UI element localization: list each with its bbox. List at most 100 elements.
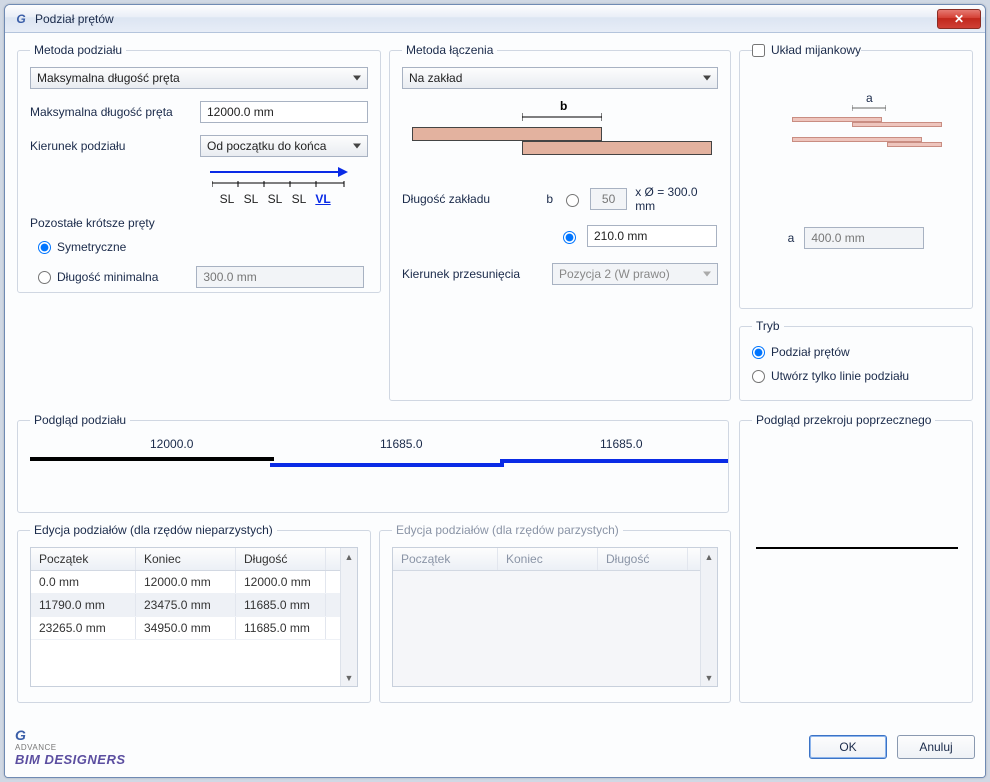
- input-mult: 50: [590, 188, 627, 210]
- preview-seg1-label: 12000.0: [150, 437, 193, 451]
- select-direction-value: Od początku do końca: [207, 139, 326, 153]
- group-edit-even: Edycja podziałów (dla rzędów parzystych)…: [379, 523, 731, 703]
- radio-symmetric[interactable]: [38, 241, 51, 254]
- col-end[interactable]: Koniec: [136, 548, 236, 570]
- legend-edit-odd: Edycja podziałów (dla rzędów nieparzysty…: [30, 523, 277, 537]
- group-cross-preview: Podgląd przekroju poprzecznego: [739, 413, 973, 703]
- col-start: Początek: [393, 548, 498, 570]
- scroll-down-icon: ▼: [701, 669, 717, 686]
- arrow-icon: [210, 165, 350, 179]
- dialog-footer: G ADVANCE BIM DESIGNERS OK Anuluj: [15, 727, 975, 767]
- select-direction[interactable]: Od początku do końca: [200, 135, 368, 157]
- input-lap-fixed[interactable]: 210.0 mm: [587, 225, 717, 247]
- scroll-down-icon[interactable]: ▼: [341, 669, 357, 686]
- legend-metoda-podzialu: Metoda podziału: [30, 43, 126, 57]
- label-direction: Kierunek podziału: [30, 139, 190, 153]
- radio-min-length[interactable]: [38, 271, 51, 284]
- table-row[interactable]: 11790.0 mm 23475.0 mm 11685.0 mm: [31, 594, 357, 617]
- legend-edit-even: Edycja podziałów (dla rzędów parzystych): [392, 523, 623, 537]
- col-len: Długość: [598, 548, 688, 570]
- logo-main: BIM DESIGNERS: [15, 752, 126, 767]
- check-mijankowy-label: Układ mijankowy: [771, 43, 861, 57]
- col-end: Koniec: [498, 548, 598, 570]
- dialog-body: Metoda podziału Maksymalna długość pręta…: [5, 33, 985, 777]
- input-min-length-value: 300.0 mm: [203, 270, 256, 284]
- table-row[interactable]: 23265.0 mm 34950.0 mm 11685.0 mm: [31, 617, 357, 640]
- legend-metoda-laczenia: Metoda łączenia: [402, 43, 497, 57]
- dim-label-b: b: [560, 99, 567, 113]
- bim-logo: G ADVANCE BIM DESIGNERS: [15, 727, 126, 767]
- chevron-down-icon: [703, 272, 711, 277]
- legend-tryb: Tryb: [752, 319, 784, 333]
- table-row[interactable]: 0.0 mm 12000.0 mm 12000.0 mm: [31, 571, 357, 594]
- select-metoda-laczenia[interactable]: Na zakład: [402, 67, 718, 89]
- input-min-length: 300.0 mm: [196, 266, 364, 288]
- radio-tryb-lines[interactable]: [752, 370, 765, 383]
- radio-lap-b-fixed[interactable]: [563, 231, 576, 244]
- radio-lap-b-mult[interactable]: [566, 194, 579, 207]
- radio-tryb-split[interactable]: [752, 346, 765, 359]
- scroll-up-icon: ▲: [701, 548, 717, 565]
- scrollbar: ▲ ▼: [700, 548, 717, 686]
- direction-diagram: SL SL SL SL VL: [210, 165, 360, 206]
- label-offset-dir: Kierunek przesunięcia: [402, 267, 542, 281]
- group-edit-odd: Edycja podziałów (dla rzędów nieparzysty…: [17, 523, 371, 703]
- ok-button-label: OK: [839, 740, 856, 754]
- col-len[interactable]: Długość: [236, 548, 326, 570]
- input-max-length-value: 12000.0 mm: [207, 105, 274, 119]
- scroll-up-icon[interactable]: ▲: [341, 548, 357, 565]
- table-even: Początek Koniec Długość ▲ ▼: [392, 547, 718, 687]
- radio-tryb-lines-label: Utwórz tylko linie podziału: [771, 369, 909, 383]
- ok-button[interactable]: OK: [809, 735, 887, 759]
- group-preview: Podgląd podziału 12000.0 11685.0 11685.0: [17, 413, 729, 513]
- chevron-down-icon: [353, 144, 361, 149]
- preview-bars: 12000.0 11685.0 11685.0: [30, 437, 716, 497]
- stagger-diagram: a: [752, 97, 960, 187]
- group-mijankowy: Układ mijankowy a a 400.0 mm: [739, 43, 973, 309]
- close-button[interactable]: ✕: [937, 9, 981, 29]
- app-icon: G: [13, 11, 29, 27]
- splice-diagram: b: [402, 99, 718, 169]
- label-max-length: Maksymalna długość pręta: [30, 105, 190, 119]
- col-start[interactable]: Początek: [31, 548, 136, 570]
- legend-cross-preview: Podgląd przekroju poprzecznego: [752, 413, 935, 427]
- label-lap-length: Długość zakładu: [402, 192, 528, 206]
- preview-seg3-label: 11685.0: [600, 437, 643, 451]
- titlebar[interactable]: G Podział prętów ✕: [5, 5, 985, 33]
- window-title: Podział prętów: [35, 12, 937, 26]
- cross-preview-canvas: [752, 437, 960, 687]
- label-mult-suffix: x Ø = 300.0 mm: [635, 185, 718, 213]
- cancel-button[interactable]: Anuluj: [897, 735, 975, 759]
- dim-label-a: a: [866, 91, 873, 105]
- scrollbar[interactable]: ▲ ▼: [340, 548, 357, 686]
- logo-top: ADVANCE: [15, 743, 126, 752]
- input-mult-value: 50: [602, 192, 615, 206]
- preview-seg2-label: 11685.0: [380, 437, 423, 451]
- label-b: b: [536, 192, 553, 206]
- group-tryb: Tryb Podział prętów Utwórz tylko linie p…: [739, 319, 973, 401]
- select-metoda-laczenia-value: Na zakład: [409, 71, 462, 85]
- input-a-value: 400.0 mm: [811, 231, 864, 245]
- legend-preview: Podgląd podziału: [30, 413, 130, 427]
- chevron-down-icon: [353, 76, 361, 81]
- check-mijankowy[interactable]: [752, 44, 765, 57]
- table-odd[interactable]: Początek Koniec Długość 0.0 mm 12000.0 m…: [30, 547, 358, 687]
- label-a: a: [788, 231, 795, 245]
- group-metoda-podzialu: Metoda podziału Maksymalna długość pręta…: [17, 43, 381, 293]
- radio-symmetric-label: Symetryczne: [57, 240, 126, 254]
- chevron-down-icon: [703, 76, 711, 81]
- close-icon: ✕: [954, 12, 964, 26]
- dialog-window: G Podział prętów ✕ Metoda podziału Maksy…: [4, 4, 986, 778]
- label-remainder: Pozostałe krótsze pręty: [30, 216, 368, 230]
- select-metoda-podzialu-value: Maksymalna długość pręta: [37, 71, 180, 85]
- cancel-button-label: Anuluj: [919, 740, 952, 754]
- select-metoda-podzialu[interactable]: Maksymalna długość pręta: [30, 67, 368, 89]
- select-offset-dir-value: Pozycja 2 (W prawo): [559, 267, 670, 281]
- radio-min-length-label: Długość minimalna: [57, 270, 158, 284]
- radio-tryb-split-label: Podział prętów: [771, 345, 850, 359]
- input-max-length[interactable]: 12000.0 mm: [200, 101, 368, 123]
- select-offset-dir: Pozycja 2 (W prawo): [552, 263, 718, 285]
- input-a: 400.0 mm: [804, 227, 924, 249]
- input-lap-fixed-value: 210.0 mm: [594, 229, 647, 243]
- group-metoda-laczenia: Metoda łączenia Na zakład b Długość zakł…: [389, 43, 731, 401]
